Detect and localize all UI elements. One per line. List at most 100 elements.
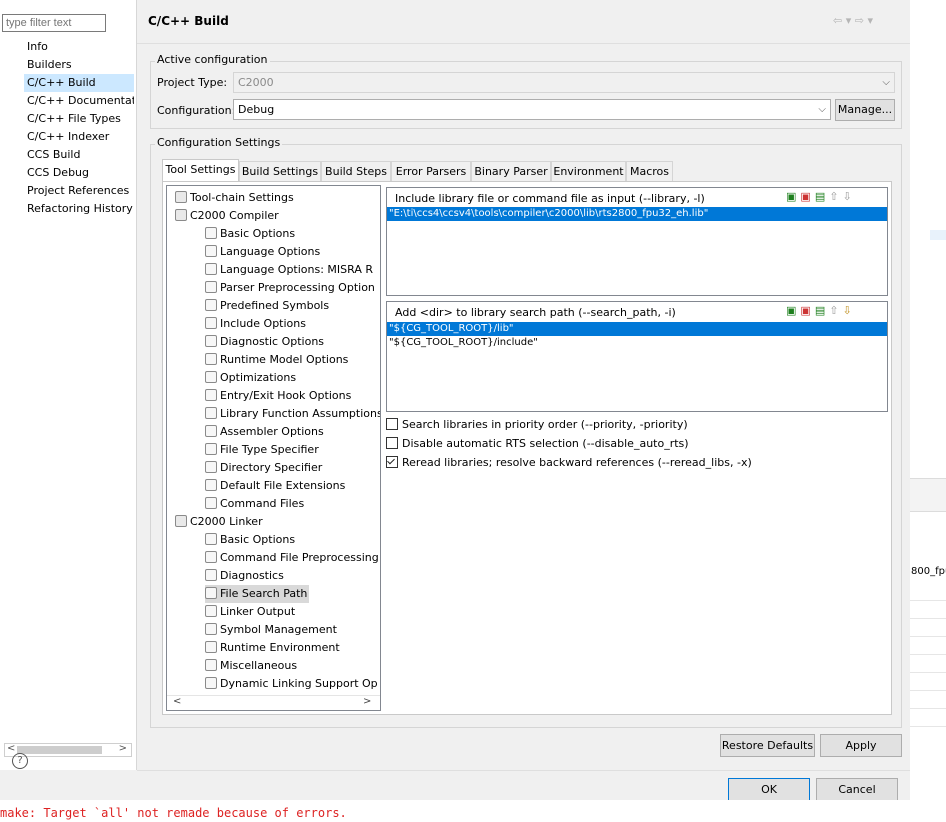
nav-item[interactable]: Refactoring History: [27, 200, 134, 218]
history-nav-icon[interactable]: ⇦ ▾ ⇨ ▾: [833, 14, 873, 27]
tree-item-label: Linker Output: [220, 605, 296, 618]
cancel-button[interactable]: Cancel: [816, 778, 898, 801]
settings-page-icon: [205, 659, 217, 671]
tree-item[interactable]: Symbol Management: [205, 621, 337, 639]
scroll-left-icon[interactable]: <: [7, 743, 15, 754]
filter-input[interactable]: [2, 14, 106, 32]
tree-item[interactable]: Diagnostic Options: [205, 333, 324, 351]
tab-build-steps[interactable]: Build Steps: [321, 161, 391, 181]
tree-item[interactable]: Language Options: MISRA R: [205, 261, 373, 279]
add-icon[interactable]: ▣: [786, 190, 800, 203]
move-up-icon[interactable]: ⇧: [829, 190, 842, 203]
tree-item[interactable]: File Search Path: [205, 585, 310, 603]
tool-settings-tree[interactable]: Tool-chain Settings C2000 Compiler Basic O…: [166, 185, 381, 711]
tree-item[interactable]: Include Options: [205, 315, 306, 333]
tree-item[interactable]: Parser Preprocessing Option: [205, 279, 375, 297]
tree-item-label: Basic Options: [220, 227, 296, 240]
settings-page-icon: [205, 623, 217, 635]
tree-item[interactable]: Basic Options: [205, 531, 295, 549]
move-down-icon[interactable]: ⇩: [842, 190, 855, 203]
nav-item[interactable]: C/C++ Indexer: [27, 128, 134, 146]
chevron-down-icon[interactable]: ⌵: [818, 100, 826, 119]
tree-item-label: Directory Specifier: [220, 461, 323, 474]
checkbox[interactable]: [386, 456, 398, 468]
tree-item[interactable]: Optimizations: [205, 369, 296, 387]
tab-build-settings[interactable]: Build Settings: [239, 161, 321, 181]
tree-item[interactable]: Predefined Symbols: [205, 297, 329, 315]
button-bar-separator: [137, 770, 910, 771]
nav-item[interactable]: CCS Debug: [27, 164, 134, 182]
nav-item[interactable]: C/C++ File Types: [27, 110, 134, 128]
tree-item[interactable]: C2000 Compiler: [175, 207, 279, 225]
list-item[interactable]: "${CG_TOOL_ROOT}/include": [387, 336, 887, 350]
list-item[interactable]: "E:\ti\ccs4\ccsv4\tools\compiler\c2000\l…: [387, 207, 887, 221]
project-type-label: Project Type:: [157, 76, 228, 89]
tree-item-label: Predefined Symbols: [220, 299, 330, 312]
scroll-right-icon[interactable]: >: [363, 696, 371, 707]
checkbox[interactable]: [386, 418, 398, 430]
tree-item[interactable]: Basic Options: [205, 225, 295, 243]
tree-item[interactable]: Miscellaneous: [205, 657, 297, 675]
tree-item[interactable]: Diagnostics: [205, 567, 284, 585]
scroll-track[interactable]: [187, 699, 355, 707]
manage-button[interactable]: Manage...: [835, 99, 895, 121]
tree-item[interactable]: Dynamic Linking Support Op: [205, 675, 378, 693]
background-editor: [910, 0, 946, 822]
tree-item[interactable]: Library Function Assumptions: [205, 405, 380, 423]
tab-macros[interactable]: Macros: [626, 161, 673, 181]
add-icon[interactable]: ▣: [786, 304, 800, 317]
tree-item[interactable]: Directory Specifier: [205, 459, 322, 477]
tree-item[interactable]: Tool-chain Settings: [175, 189, 294, 207]
tree-item[interactable]: Runtime Environment: [205, 639, 340, 657]
tree-item-label: Basic Options: [220, 533, 296, 546]
edit-icon[interactable]: ▤: [815, 304, 829, 317]
nav-item[interactable]: Info: [27, 38, 134, 56]
settings-page-icon: [205, 641, 217, 653]
background-highlight: [930, 230, 946, 240]
tree-item-label: File Search Path: [220, 587, 308, 600]
tree-item[interactable]: Command Files: [205, 495, 304, 513]
search-path-header: Add <dir> to library search path (--sear…: [395, 306, 676, 319]
nav-item[interactable]: CCS Build: [27, 146, 134, 164]
tab-binary-parser[interactable]: Binary Parser: [471, 161, 551, 181]
tab-error-parsers[interactable]: Error Parsers: [391, 161, 471, 181]
configuration-combo[interactable]: Debug ⌵: [233, 99, 831, 120]
edit-icon[interactable]: ▤: [815, 190, 829, 203]
apply-button[interactable]: Apply: [820, 734, 902, 757]
checkbox-row[interactable]: Search libraries in priority order (--pr…: [386, 418, 688, 431]
delete-icon[interactable]: ▣: [800, 190, 814, 203]
restore-defaults-button[interactable]: Restore Defaults: [720, 734, 815, 757]
tree-item[interactable]: File Type Specifier: [205, 441, 319, 459]
nav-item[interactable]: C/C++ Documentation: [27, 92, 134, 110]
tree-item[interactable]: Entry/Exit Hook Options: [205, 387, 351, 405]
tree-item[interactable]: Command File Preprocessing: [205, 549, 379, 567]
move-up-icon[interactable]: ⇧: [829, 304, 842, 317]
nav-item[interactable]: C/C++ Build: [24, 74, 134, 92]
scroll-right-icon[interactable]: >: [119, 743, 127, 754]
tree-item[interactable]: Language Options: [205, 243, 320, 261]
ok-button[interactable]: OK: [728, 778, 810, 801]
tree-horizontal-scrollbar[interactable]: < >: [167, 695, 380, 710]
tab-environment[interactable]: Environment: [551, 161, 626, 181]
delete-icon[interactable]: ▣: [800, 304, 814, 317]
tree-item-label: Runtime Model Options: [220, 353, 349, 366]
checkbox[interactable]: [386, 437, 398, 449]
settings-page-icon: [205, 479, 217, 491]
tree-item[interactable]: Assembler Options: [205, 423, 324, 441]
tree-item[interactable]: Runtime Model Options: [205, 351, 348, 369]
scroll-thumb[interactable]: [17, 746, 102, 754]
tab-tool-settings[interactable]: Tool Settings: [162, 159, 239, 181]
move-down-icon[interactable]: ⇩: [842, 304, 855, 317]
tree-item[interactable]: Default File Extensions: [205, 477, 345, 495]
checkbox-row[interactable]: Reread libraries; resolve backward refer…: [386, 456, 752, 469]
tree-item[interactable]: C2000 Linker: [175, 513, 263, 531]
checkbox-row[interactable]: Disable automatic RTS selection (--disab…: [386, 437, 689, 450]
nav-item[interactable]: Project References: [27, 182, 134, 200]
scroll-left-icon[interactable]: <: [173, 696, 181, 707]
tree-item[interactable]: Linker Output: [205, 603, 295, 621]
settings-page-icon: [205, 569, 217, 581]
list-item[interactable]: "${CG_TOOL_ROOT}/lib": [387, 322, 887, 336]
settings-page-icon: [205, 407, 217, 419]
help-icon[interactable]: ?: [12, 753, 28, 769]
nav-item[interactable]: Builders: [27, 56, 134, 74]
